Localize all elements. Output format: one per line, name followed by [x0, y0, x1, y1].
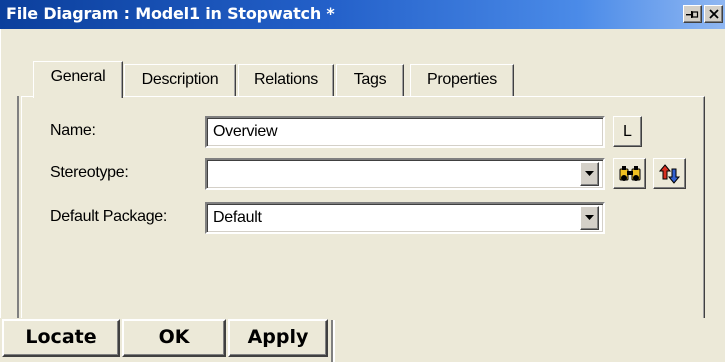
name-field[interactable]: Overview — [205, 116, 605, 148]
apply-button[interactable]: Apply — [228, 319, 328, 357]
locate-button-label: Locate — [25, 326, 97, 348]
tab-tags-label: Tags — [353, 71, 387, 88]
close-button[interactable] — [704, 5, 723, 23]
window-frame — [0, 29, 3, 362]
ok-button-label: OK — [158, 326, 190, 348]
swap-arrows-icon — [658, 163, 680, 184]
pin-icon — [686, 10, 699, 18]
title-bar[interactable]: File Diagram : Model1 in Stopwatch * — [0, 0, 725, 29]
default-package-dropdown-button[interactable] — [580, 206, 599, 230]
close-icon — [708, 9, 719, 19]
tab-general[interactable]: General — [33, 61, 123, 98]
swap-stereotype-button[interactable] — [653, 158, 686, 189]
default-package-dropdown[interactable]: Default — [205, 202, 605, 234]
l-button-label: L — [623, 122, 632, 140]
browse-stereotype-button[interactable] — [613, 158, 646, 189]
tab-properties-label: Properties — [427, 71, 497, 88]
tab-relations[interactable]: Relations — [238, 64, 334, 96]
tab-general-label: General — [50, 68, 106, 85]
stereotype-label: Stereotype: — [50, 164, 129, 181]
default-package-value: Default — [213, 209, 262, 226]
default-package-label: Default Package: — [50, 208, 168, 225]
ok-button[interactable]: OK — [122, 319, 226, 357]
stereotype-dropdown-button[interactable] — [580, 162, 599, 186]
button-bar-divider — [331, 320, 335, 362]
tab-description[interactable]: Description — [124, 64, 236, 96]
chevron-down-icon — [585, 171, 594, 176]
stereotype-dropdown[interactable] — [205, 158, 605, 190]
l-button[interactable]: L — [613, 116, 642, 147]
apply-button-label: Apply — [247, 326, 309, 348]
binoculars-icon — [619, 165, 640, 181]
pin-button[interactable] — [683, 5, 702, 23]
name-label: Name: — [50, 122, 96, 139]
chevron-down-icon — [585, 215, 594, 220]
tab-tags[interactable]: Tags — [336, 64, 404, 96]
tab-description-label: Description — [141, 71, 219, 88]
tab-relations-label: Relations — [253, 71, 318, 88]
properties-window: File Diagram : Model1 in Stopwatch * Gen… — [0, 0, 725, 362]
locate-button[interactable]: Locate — [2, 319, 120, 357]
tab-properties[interactable]: Properties — [410, 64, 514, 96]
window-title: File Diagram : Model1 in Stopwatch * — [6, 4, 335, 23]
panel-edge — [17, 96, 19, 320]
